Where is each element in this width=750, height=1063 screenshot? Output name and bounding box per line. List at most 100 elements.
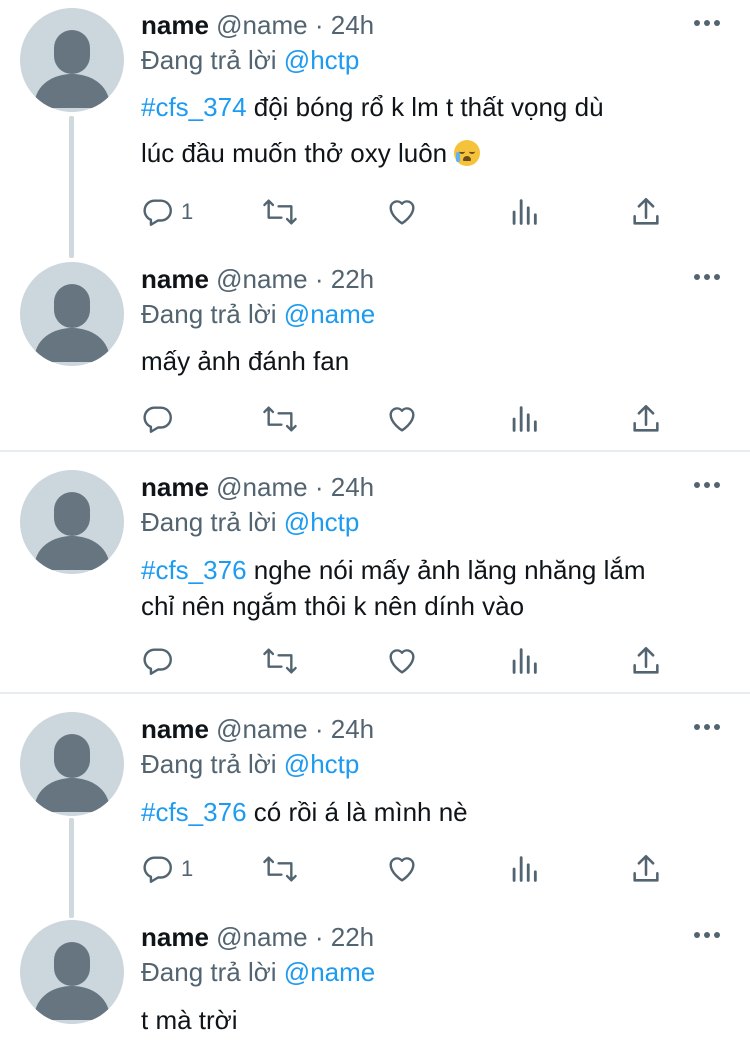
analytics-button[interactable] — [509, 851, 539, 887]
retweet-button[interactable] — [261, 643, 299, 679]
thread-connector-line — [69, 116, 74, 258]
timestamp[interactable]: 22h — [331, 264, 374, 294]
default-avatar-icon — [34, 492, 110, 570]
like-button[interactable] — [385, 851, 419, 887]
replying-prefix: Đang trả lời — [141, 45, 277, 75]
tweet-divider — [0, 450, 750, 452]
heart-icon — [389, 857, 415, 882]
retweet-icon — [263, 199, 297, 225]
replying-to-line: Đang trả lời @hctp — [141, 504, 726, 540]
tweet-header: name @name · 24h — [141, 470, 726, 504]
share-button[interactable] — [629, 643, 663, 679]
replying-to-line: Đang trả lời @hctp — [141, 42, 726, 78]
avatar[interactable] — [20, 8, 124, 112]
reply-button[interactable] — [141, 643, 175, 679]
tweet-content: name @name · 24h Đang trả lời @hctp #cfs… — [141, 712, 726, 830]
hashtag-link[interactable]: #cfs_376 — [141, 797, 247, 827]
share-button[interactable] — [629, 401, 663, 437]
retweet-button[interactable] — [261, 401, 299, 437]
replying-to-line: Đang trả lời @name — [141, 954, 726, 990]
timestamp[interactable]: 24h — [331, 714, 374, 744]
display-name[interactable]: name — [141, 922, 209, 952]
replying-to-mention[interactable]: @hctp — [284, 507, 360, 537]
replying-prefix: Đang trả lời — [141, 299, 277, 329]
analytics-button[interactable] — [509, 194, 539, 230]
display-name[interactable]: name — [141, 10, 209, 40]
tweet-text: #cfs_374 đội bóng rổ k lm t thất vọng dù… — [141, 84, 726, 176]
tweet-actions: 1 — [141, 194, 681, 230]
tweet-content: name @name · 22h Đang trả lời @name t mà… — [141, 920, 726, 1038]
analytics-bar-chart-icon — [512, 406, 537, 432]
user-handle[interactable]: @name — [216, 264, 307, 294]
replying-to-mention[interactable]: @name — [284, 957, 375, 987]
tweet-header: name @name · 22h — [141, 262, 726, 296]
reply-icon — [143, 199, 172, 226]
replying-to-mention[interactable]: @name — [284, 299, 375, 329]
display-name[interactable]: name — [141, 472, 209, 502]
reply-icon — [143, 856, 172, 883]
hashtag-link[interactable]: #cfs_374 — [141, 92, 247, 122]
more-options-icon[interactable] — [694, 932, 720, 940]
share-button[interactable] — [629, 851, 663, 887]
like-button[interactable] — [385, 401, 419, 437]
tweet-text: t mà trời — [141, 1002, 726, 1038]
tweet-text-line: t mà trời — [141, 1005, 238, 1035]
share-upload-icon — [633, 646, 659, 674]
tweet-actions: 1 — [141, 851, 681, 887]
default-avatar-icon — [34, 284, 110, 362]
analytics-button[interactable] — [509, 643, 539, 679]
heart-icon — [389, 649, 415, 674]
more-options-icon[interactable] — [694, 20, 720, 28]
timestamp[interactable]: 24h — [331, 10, 374, 40]
more-options-icon[interactable] — [694, 724, 720, 732]
retweet-icon — [263, 406, 297, 432]
tweet-text: #cfs_376 có rồi á là mình nè — [141, 794, 726, 830]
avatar[interactable] — [20, 262, 124, 366]
hashtag-link[interactable]: #cfs_376 — [141, 555, 247, 585]
replying-to-line: Đang trả lời @name — [141, 296, 726, 332]
user-handle[interactable]: @name — [216, 714, 307, 744]
avatar[interactable] — [20, 470, 124, 574]
user-handle[interactable]: @name — [216, 922, 307, 952]
heart-icon — [389, 200, 415, 225]
share-button[interactable] — [629, 194, 663, 230]
tweet-divider — [0, 692, 750, 694]
avatar[interactable] — [20, 920, 124, 1024]
tweet-content: name @name · 24h Đang trả lời @hctp #cfs… — [141, 470, 726, 624]
tweet-header: name @name · 22h — [141, 920, 726, 954]
like-button[interactable] — [385, 194, 419, 230]
retweet-button[interactable] — [261, 851, 299, 887]
replying-prefix: Đang trả lời — [141, 749, 277, 779]
default-avatar-icon — [34, 942, 110, 1020]
reply-icon — [143, 406, 172, 433]
reply-button[interactable]: 1 — [141, 194, 193, 230]
retweet-button[interactable] — [261, 194, 299, 230]
analytics-button[interactable] — [509, 401, 539, 437]
separator-dot: · — [314, 472, 324, 502]
reply-button[interactable] — [141, 401, 175, 437]
display-name[interactable]: name — [141, 714, 209, 744]
crying-face-emoji-icon — [454, 140, 481, 166]
tweet-header: name @name · 24h — [141, 8, 726, 42]
more-options-icon[interactable] — [694, 274, 720, 282]
separator-dot: · — [314, 714, 324, 744]
replying-to-mention[interactable]: @hctp — [284, 45, 360, 75]
timestamp[interactable]: 22h — [331, 922, 374, 952]
user-handle[interactable]: @name — [216, 10, 307, 40]
thread-connector-line — [69, 818, 74, 918]
replying-to-mention[interactable]: @hctp — [284, 749, 360, 779]
reply-button[interactable]: 1 — [141, 851, 193, 887]
separator-dot: · — [314, 10, 324, 40]
like-button[interactable] — [385, 643, 419, 679]
replying-prefix: Đang trả lời — [141, 957, 277, 987]
display-name[interactable]: name — [141, 264, 209, 294]
avatar[interactable] — [20, 712, 124, 816]
tweet-text: mấy ảnh đánh fan — [141, 338, 726, 384]
timestamp[interactable]: 24h — [331, 472, 374, 502]
tweet-text-line: lúc đầu muốn thở oxy luôn — [141, 138, 448, 168]
user-handle[interactable]: @name — [216, 472, 307, 502]
share-upload-icon — [633, 854, 659, 882]
reply-icon — [143, 648, 172, 675]
more-options-icon[interactable] — [694, 482, 720, 490]
reply-count: 1 — [181, 199, 194, 224]
